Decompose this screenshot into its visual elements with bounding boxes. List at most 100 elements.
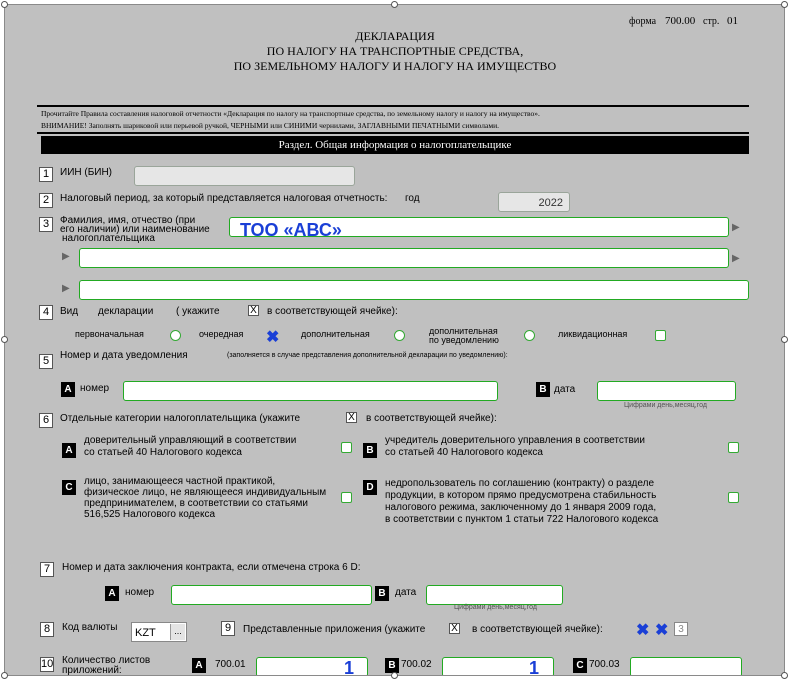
resize-handle[interactable]	[781, 1, 788, 8]
contract-number-input[interactable]	[171, 585, 372, 605]
notice-number-hint: (заполняется в случае представления допо…	[227, 352, 508, 359]
category-b-checkbox[interactable]	[728, 442, 739, 453]
option-liquidation-checkbox[interactable]	[655, 330, 666, 341]
letter-d: D	[363, 480, 377, 495]
arrow-right-icon: ▶	[732, 222, 740, 233]
row-number-1: 1	[39, 167, 53, 182]
option-regular-checked-icon[interactable]: ✖	[266, 330, 279, 346]
row-number-7: 7	[40, 562, 54, 577]
notice-date-hint: Цифрами день,месяц,год	[624, 402, 707, 409]
contract-date-hint: Цифрами день,месяц,год	[454, 604, 537, 611]
currency-value: KZT	[135, 627, 156, 639]
category-a-checkbox[interactable]	[341, 442, 352, 453]
notice-date-input[interactable]	[597, 381, 736, 401]
section-title: Раздел. Общая информация о налогоплатель…	[41, 136, 749, 154]
letter-a: A	[105, 586, 119, 601]
category-d-checkbox[interactable]	[728, 492, 739, 503]
x-sample-box: X	[449, 623, 460, 634]
decl-type-label-d: в соответствующей ячейке):	[267, 306, 398, 317]
year-label: год	[405, 193, 420, 204]
sheets-code-a: 700.01	[215, 659, 246, 670]
arrow-right-icon: ▶	[62, 283, 70, 294]
year-value: 2022	[538, 197, 563, 209]
title-line-1: ДЕКЛАРАЦИЯ	[355, 29, 435, 43]
year-input[interactable]: 2022	[498, 192, 570, 212]
notice-number-input[interactable]	[123, 381, 498, 401]
category-b-line2: со статьей 40 Налогового кодекса	[385, 447, 543, 458]
letter-a: A	[62, 443, 76, 458]
row-number-6: 6	[39, 413, 53, 428]
sheets-c-input[interactable]	[630, 657, 742, 675]
row-number-10: 10	[40, 657, 54, 672]
name-label-3: налогоплательщика	[62, 233, 155, 244]
category-d-line3: налогового режима, заключенному до 1 янв…	[385, 502, 657, 513]
page-number: 01	[727, 15, 738, 27]
iin-label: ИИН (БИН)	[60, 167, 113, 178]
option-notice-radio[interactable]	[524, 330, 535, 341]
declaration-form: форма 700.00 стр. 01 ДЕКЛАРАЦИЯ ПО НАЛОГ…	[4, 4, 785, 676]
option-initial-radio[interactable]	[170, 330, 181, 341]
category-c-line1: лицо, занимающееся частной практикой,	[84, 476, 276, 487]
arrow-right-icon: ▶	[732, 253, 740, 264]
resize-handle[interactable]	[1, 1, 8, 8]
sheets-code-c: 700.03	[589, 659, 620, 670]
form-code-label: форма	[629, 16, 657, 27]
name-input-2[interactable]	[79, 248, 729, 268]
resize-handle[interactable]	[391, 672, 398, 679]
iin-input[interactable]	[134, 166, 355, 186]
notice-num-label: номер	[80, 383, 110, 394]
letter-a: A	[192, 658, 206, 673]
category-c-line3: предпринимателем, в соответствии со стат…	[84, 498, 308, 509]
option-additional-label: дополнительная	[301, 329, 370, 339]
letter-b: B	[375, 586, 389, 601]
row-number-5: 5	[39, 354, 53, 369]
x-sample-box: X	[346, 412, 357, 423]
category-c-line4: 516,525 Налогового кодекса	[84, 509, 216, 520]
tax-period-label: Налоговый период, за который представляе…	[60, 193, 388, 204]
letter-b: B	[363, 443, 377, 458]
attachment-1-checked-icon[interactable]: ✖	[636, 623, 649, 639]
attachments-label-end: в соответствующей ячейке):	[472, 624, 603, 635]
taxpayer-name-value: ТОО «АВС»	[240, 220, 342, 240]
categories-label: Отдельные категории налогоплательщика (у…	[60, 413, 301, 424]
category-c-line2: физическое лицо, не являющееся индивидуа…	[84, 487, 327, 498]
category-a-line2: со статьей 40 Налогового кодекса	[84, 447, 242, 458]
arrow-right-icon: ▶	[62, 251, 70, 262]
category-d-line4: в соответствии с пунктом 1 статьи 722 На…	[385, 514, 659, 525]
resize-handle[interactable]	[781, 672, 788, 679]
letter-b: B	[536, 382, 550, 397]
notice-rules: Прочитайте Правила составления налоговой…	[41, 109, 540, 118]
option-additional-radio[interactable]	[394, 330, 405, 341]
resize-handle[interactable]	[781, 336, 788, 343]
contract-date-input[interactable]	[426, 585, 563, 605]
letter-b: B	[385, 658, 399, 673]
resize-handle[interactable]	[1, 672, 8, 679]
attachment-2-checked-icon[interactable]: ✖	[655, 623, 668, 639]
option-regular-label: очередная	[199, 329, 244, 339]
currency-select[interactable]: KZT ...	[131, 622, 187, 642]
resize-handle[interactable]	[1, 336, 8, 343]
row-number-8: 8	[40, 622, 54, 637]
contract-date-label: дата	[395, 587, 417, 598]
x-sample-box: X	[248, 305, 259, 316]
category-c-checkbox[interactable]	[341, 492, 352, 503]
page-label: стр.	[703, 16, 720, 27]
contract-label: Номер и дата заключения контракта, если …	[62, 562, 361, 573]
notice-number-label: Номер и дата уведомления	[60, 350, 188, 361]
resize-handle[interactable]	[391, 1, 398, 8]
attachments-label: Представленные приложения (укажите	[243, 624, 426, 635]
currency-label: Код валюты	[62, 622, 118, 633]
title-line-3: ПО ЗЕМЕЛЬНОМУ НАЛОГУ И НАЛОГУ НА ИМУЩЕСТ…	[233, 59, 557, 73]
decl-type-label-b: декларации	[98, 306, 154, 317]
option-liquidation-label: ликвидационная	[558, 329, 628, 339]
name-input-3[interactable]	[79, 280, 749, 300]
attachment-count: 3	[674, 622, 688, 636]
row-number-3: 3	[39, 217, 53, 232]
currency-lookup-button[interactable]: ...	[170, 624, 185, 640]
sheets-a-value: 1	[344, 658, 355, 676]
category-d-line2: продукции, в котором прямо предусмотрена…	[385, 490, 657, 501]
letter-c: C	[573, 658, 587, 673]
sheets-label-b: приложений:	[62, 665, 122, 676]
notice-warning: ВНИМАНИЕ! Заполнять шариковой или перьев…	[41, 121, 500, 130]
decl-type-label-c: ( укажите	[176, 306, 220, 317]
